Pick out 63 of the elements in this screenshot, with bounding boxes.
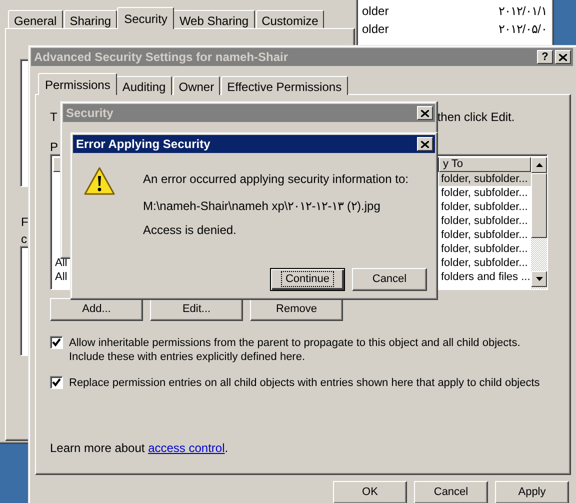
help-text: Learn more about [50,441,146,455]
list-item[interactable]: folder, subfolder... [439,186,531,200]
list-cell-text: All [54,271,68,283]
warning-icon [84,167,115,196]
dialog-button[interactable]: Apply [495,481,569,503]
window-title: Advanced Security Settings for nameh-Shair [34,49,290,66]
file-type-text: older [362,3,389,18]
label-text: F [21,214,28,231]
tab[interactable]: Customize [256,10,324,29]
action-button[interactable]: Edit... [150,298,243,321]
dialog-title: Error Applying Security [76,136,212,153]
dialog-button[interactable]: OK [333,481,407,503]
list-item[interactable]: folder, subfolder... [439,242,531,256]
list-item[interactable]: folder, subfolder... [439,256,531,270]
list-item[interactable]: folder, subfolder... [439,214,531,228]
tab[interactable]: Owner [172,76,220,95]
arrow-up-icon [536,163,542,167]
file-path: M:\nameh-Shair\nameh xp\۲۰۱۲-۱۲-۱۳ (۲).jpg [143,198,382,215]
help-link[interactable]: access control [148,441,225,455]
list-item[interactable]: folders and files ... [439,270,531,284]
checkbox[interactable] [50,336,63,349]
close-button[interactable] [417,106,433,120]
help-text: . [224,441,228,455]
close-button[interactable] [555,50,571,64]
list-item[interactable]: folder, subfolder... [439,228,531,242]
dialog-button[interactable]: Cancel [414,481,488,503]
dialog-button[interactable]: Continue [270,268,345,291]
tab[interactable]: Effective Permissions [221,76,348,95]
close-icon [421,140,429,148]
file-date-text: ۲۰۱۲/۰۱/۱ [498,3,547,18]
tab[interactable]: Auditing [116,76,172,95]
option-label: Allow inheritable permissions from the parent to propagate to this object and all child objects. Include these with entries explicitly defined here. [69,336,522,364]
action-button[interactable]: Remove [250,298,343,321]
tab[interactable]: Permissions [38,73,118,95]
scroll-up-button[interactable] [531,157,547,173]
scroll-thumb[interactable] [531,173,547,238]
dialog-title: Security [66,105,114,122]
checkbox[interactable] [50,376,63,389]
close-icon [421,110,429,116]
list-item[interactable]: folder, subfolder... [439,172,531,186]
help-button[interactable]: ? [537,50,553,64]
close-icon [559,54,567,60]
list-label: P [50,139,59,154]
arrow-down-icon [536,277,542,281]
file-date-text: ۲۰۱۲/۰۵/۰ [498,21,547,36]
scroll-down-button[interactable] [531,271,547,287]
instruction-text: T [50,109,58,124]
list-item[interactable]: folder, subfolder... [439,200,531,214]
dialog-button[interactable]: Cancel [352,268,427,291]
tab[interactable]: Security [117,7,174,29]
file-type-text: older [362,21,389,36]
scroll-bar[interactable] [531,157,547,289]
close-button[interactable] [417,137,433,151]
tab[interactable]: General [8,10,63,29]
option-label: Replace permission entries on all child objects with entries shown here that apply to child objects [69,376,540,390]
tab[interactable]: Sharing [64,10,118,29]
column-header[interactable]: y To [439,157,531,172]
label-text: c [21,231,27,248]
tab[interactable]: Web Sharing [173,10,255,29]
error-message: An error occurred applying security information to: [143,171,408,188]
action-button[interactable]: Add... [50,298,143,321]
error-detail: Access is denied. [143,222,238,239]
instruction-text: then click Edit. [437,109,515,124]
